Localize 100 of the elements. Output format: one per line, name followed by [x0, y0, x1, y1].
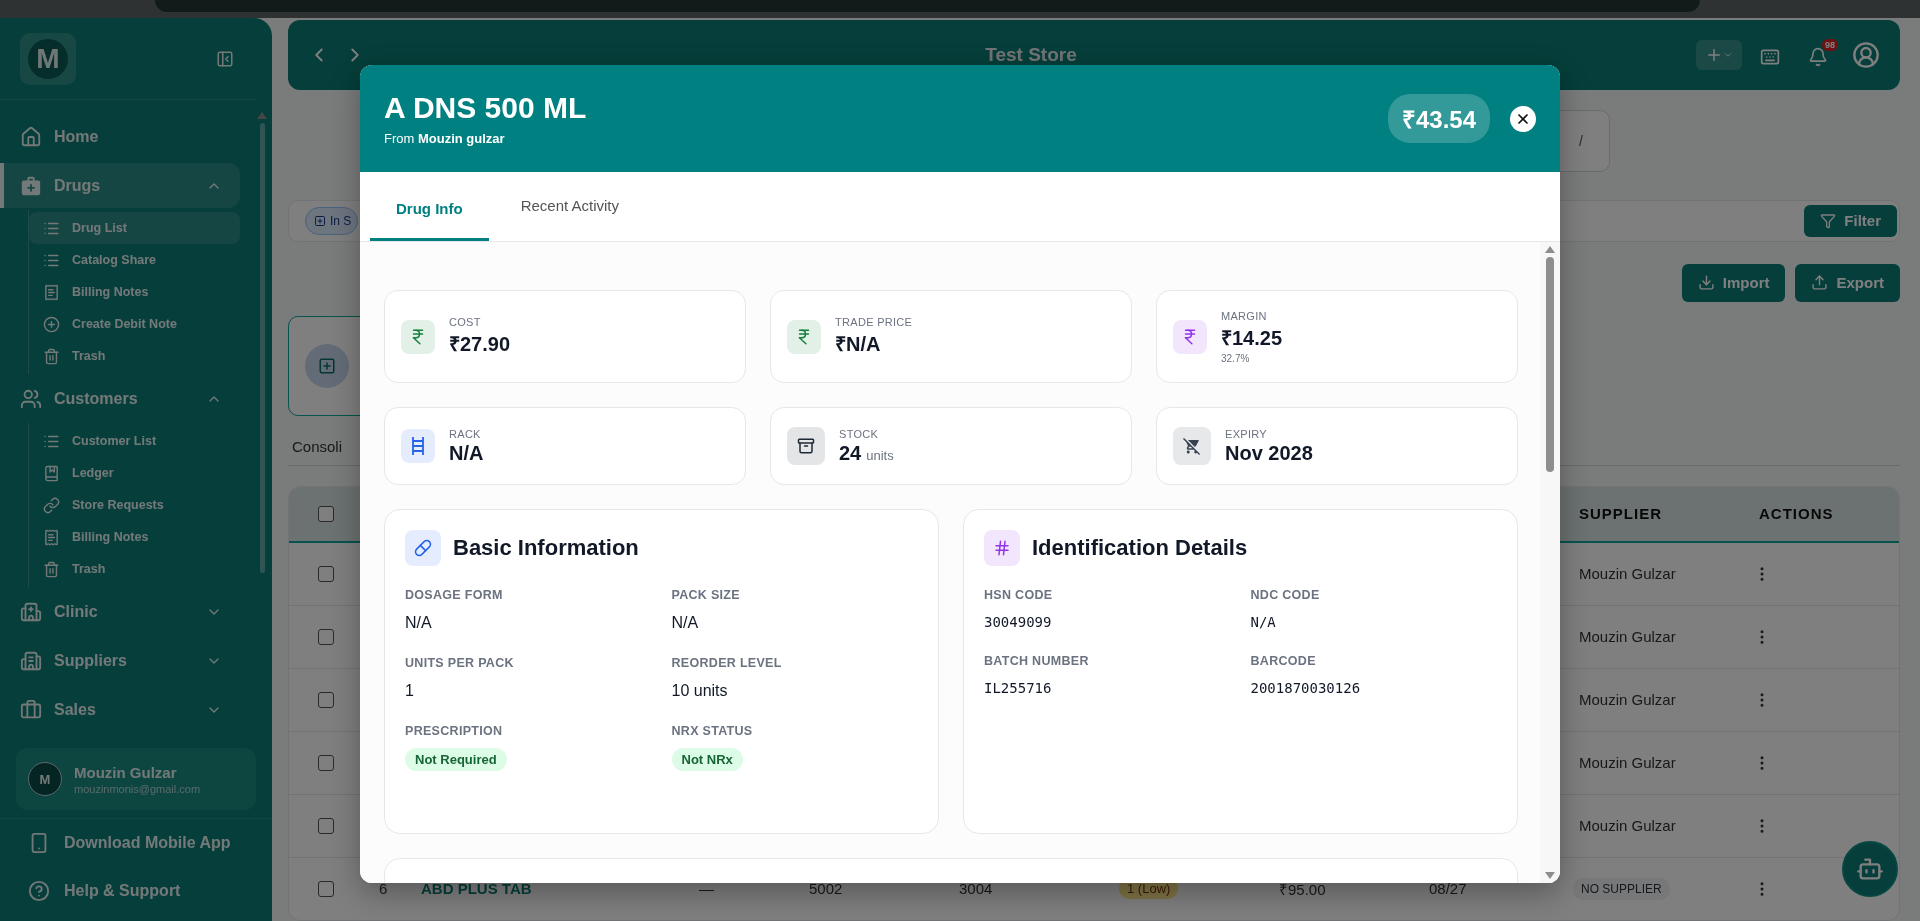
- row-checkbox[interactable]: [318, 817, 334, 834]
- row-checkbox[interactable]: [318, 754, 334, 771]
- building-icon: [20, 649, 42, 672]
- table-cell-text: 3004: [958, 880, 994, 898]
- help-icon: [28, 880, 50, 902]
- row-checkbox[interactable]: [318, 691, 334, 708]
- profile-icon[interactable]: [1852, 40, 1880, 69]
- notifications-button[interactable]: 98: [1804, 38, 1838, 71]
- field-value: N/A: [405, 614, 433, 632]
- nav-subitem[interactable]: Billing Notes: [29, 276, 240, 308]
- hospital-icon: [20, 600, 42, 623]
- stat-value: N/A: [449, 441, 484, 465]
- status-pill: Not Required: [405, 748, 507, 771]
- field-label: NRX STATUS: [671, 724, 754, 738]
- plus-circle-icon: [43, 315, 60, 333]
- field-value: N/A: [671, 614, 700, 632]
- bell-icon: [1808, 46, 1828, 67]
- stat-label: COST: [449, 316, 482, 328]
- select-all-checkbox[interactable]: [318, 505, 334, 522]
- field-label: BATCH NUMBER: [984, 654, 1090, 668]
- import-button[interactable]: Import: [1681, 263, 1786, 302]
- dialog-subtitle: From Mouzin gulzar: [384, 131, 506, 146]
- receipt-icon: [43, 283, 60, 301]
- nav-subitem[interactable]: Trash: [29, 553, 240, 585]
- column-header: SUPPLIER: [1578, 505, 1663, 523]
- filter-button[interactable]: Filter: [1804, 204, 1897, 237]
- row-checkbox[interactable]: [318, 880, 334, 897]
- book-icon: [43, 464, 60, 482]
- nav-subitem[interactable]: Trash: [29, 340, 240, 372]
- sidebar-link[interactable]: Help & Support: [0, 867, 272, 915]
- field-label: REORDER LEVEL: [671, 656, 783, 670]
- collapse-sidebar-icon[interactable]: [216, 49, 234, 68]
- table-cell-text: Mouzin Gulzar: [1578, 691, 1677, 709]
- nav-item[interactable]: Sales: [0, 687, 240, 732]
- nav-item[interactable]: Customers: [0, 376, 240, 421]
- stat-label: MARGIN: [1221, 309, 1268, 322]
- user-avatar: M: [28, 762, 62, 796]
- row-checkbox[interactable]: [318, 628, 334, 645]
- export-button[interactable]: Export: [1795, 263, 1900, 302]
- field-label: NDC CODE: [1250, 588, 1321, 602]
- field-label: PRESCRIPTION: [405, 724, 504, 738]
- nav-subitem[interactable]: Ledger: [29, 457, 240, 489]
- tab[interactable]: Recent Activity: [494, 172, 646, 241]
- nav-item[interactable]: Clinic: [0, 589, 240, 634]
- plus-square-icon: [314, 214, 326, 227]
- nav-subitem[interactable]: Create Debit Note: [29, 308, 240, 340]
- nav-item[interactable]: Suppliers: [0, 638, 240, 683]
- table-cell-text: Mouzin Gulzar: [1578, 817, 1677, 835]
- drug-name-link[interactable]: ABD PLUS TAB: [413, 880, 683, 898]
- table-cell-text: Mouzin Gulzar: [1578, 754, 1677, 772]
- stat-label: EXPIRY: [1225, 427, 1268, 440]
- nav-item[interactable]: Home: [0, 114, 240, 159]
- field-value: 30049099: [984, 614, 1053, 630]
- column-header: ACTIONS: [1758, 505, 1835, 523]
- stat-value: ₹27.90: [449, 332, 511, 357]
- user-name: Mouzin Gulzar: [74, 763, 178, 781]
- field-value: N/A: [1250, 614, 1277, 630]
- nav-subitem[interactable]: Billing Notes: [29, 521, 240, 553]
- close-button[interactable]: [1510, 105, 1536, 132]
- nav-subitem[interactable]: Customer List: [29, 425, 240, 457]
- table-cell-text: 6: [378, 880, 389, 898]
- stat-label: STOCK: [839, 427, 880, 440]
- stat-note: 32.7%: [1221, 352, 1251, 364]
- table-cell-text: —: [698, 880, 715, 898]
- status-pill: Not NRx: [671, 748, 743, 771]
- row-checkbox[interactable]: [318, 565, 334, 582]
- section-title: Identification Details: [1032, 535, 1248, 561]
- stat-icon: [305, 343, 349, 388]
- nav-subitem[interactable]: Catalog Share: [29, 244, 240, 276]
- download-icon: [1697, 274, 1715, 292]
- section-title: Basic Information: [453, 535, 639, 561]
- field-label: HSN CODE: [984, 588, 1054, 602]
- medical-kit-icon: [20, 174, 42, 197]
- table-cell-text: ₹95.00: [1278, 879, 1327, 899]
- user-card[interactable]: M Mouzin Gulzar mouzinmonis@gmail.com: [16, 748, 256, 810]
- users-icon: [20, 387, 42, 410]
- nav-subitem[interactable]: Store Requests: [29, 489, 240, 521]
- table-cell-text: 5002: [808, 880, 844, 898]
- stat-label: RACK: [449, 427, 482, 440]
- scrollbar[interactable]: [1540, 242, 1560, 883]
- upload-icon: [1811, 274, 1829, 292]
- field-value: 10 units: [671, 682, 729, 700]
- filter-chip[interactable]: In S: [305, 206, 359, 235]
- field-value: 2001870030126: [1250, 680, 1362, 696]
- trash-icon: [43, 347, 60, 365]
- field-label: BARCODE: [1250, 654, 1317, 668]
- field-label: DOSAGE FORM: [405, 588, 504, 602]
- stat-value: ₹14.25: [1221, 325, 1283, 351]
- stat-value: 24: [839, 441, 862, 465]
- field-value: IL255716: [984, 680, 1053, 696]
- supplier-tag: NO SUPPLIER: [1573, 877, 1670, 900]
- stat-value: ₹N/A: [835, 332, 881, 357]
- table-cell-text: Mouzin Gulzar: [1578, 565, 1677, 583]
- field-label: UNITS PER PACK: [405, 656, 515, 670]
- user-email: mouzinmonis@gmail.com: [74, 782, 201, 795]
- table-cell-text: Mouzin Gulzar: [1578, 628, 1677, 646]
- sidebar-link[interactable]: Download Mobile App: [0, 819, 272, 867]
- briefcase-icon: [20, 698, 42, 721]
- stat-unit: units: [866, 447, 894, 463]
- filter-icon: [1820, 212, 1837, 229]
